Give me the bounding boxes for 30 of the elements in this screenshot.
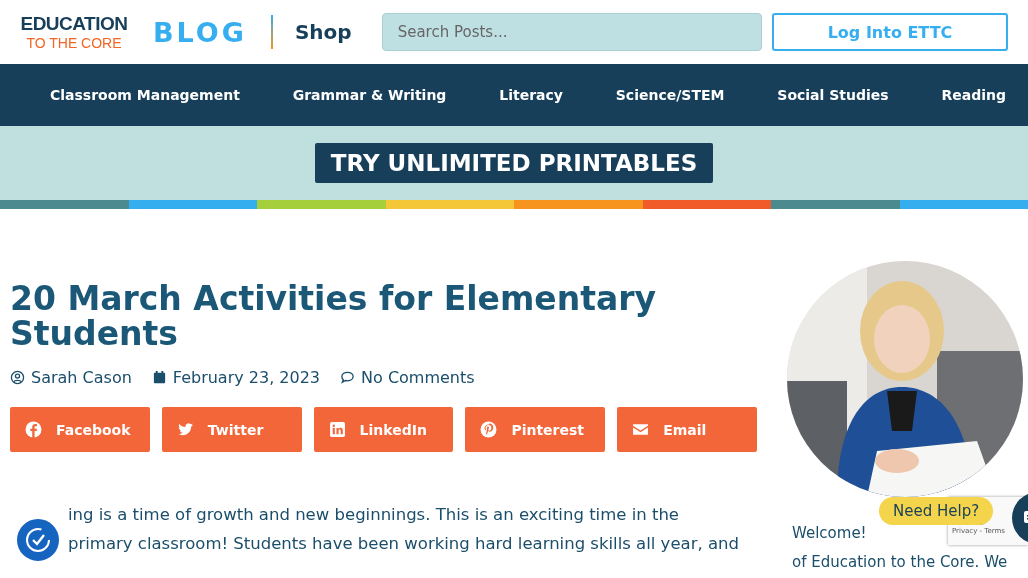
bird-icon (176, 421, 194, 438)
comment-icon (340, 370, 356, 385)
shop-link[interactable]: Shop (294, 20, 352, 44)
need-help-button[interactable]: Need Help? (879, 497, 994, 525)
logo-tagline: TO THE CORE (26, 35, 122, 51)
nav-link[interactable]: Social Studies (777, 87, 889, 103)
nav-link[interactable]: Classroom Management (50, 87, 240, 103)
comments-link[interactable]: No Comments (361, 368, 475, 387)
nav-link[interactable]: Science/STEM (615, 87, 725, 103)
search-field[interactable]: Search Posts... (381, 13, 762, 51)
calendar-icon (151, 370, 167, 385)
printables-button[interactable]: TRY UNLIMITED PRINTABLES (314, 143, 714, 183)
site-logo[interactable]: EDUCATION TO THE CORE (15, 13, 133, 51)
article-paragraph: ing is a time of growth and new beginnings. This is an exciting time in the primary classroom! Students have been working hard learning skills all year, and (68, 504, 739, 555)
accessibility-icon (23, 525, 53, 555)
nav-link[interactable]: Reading (941, 87, 1006, 103)
article-title: 20 March Activities for Elementary Students (10, 281, 658, 351)
user-icon (10, 370, 25, 385)
linkedin-icon (328, 421, 346, 438)
logo-wordmark: EDUCATION (20, 13, 128, 35)
date-link[interactable]: February 23, 2023 (172, 368, 321, 387)
envelope-icon (632, 421, 650, 438)
pin-icon (480, 421, 498, 438)
welcome-text: of Education to the Core. We (792, 552, 1008, 573)
welcome-text: Welcome! (792, 523, 867, 544)
blog-title: BLOG (153, 16, 247, 48)
nav-link[interactable]: Literacy (499, 87, 563, 103)
nav-link[interactable]: Grammar & Writing (292, 87, 447, 103)
author-link[interactable]: Sarah Cason (31, 368, 132, 387)
facebook-icon (25, 421, 42, 438)
